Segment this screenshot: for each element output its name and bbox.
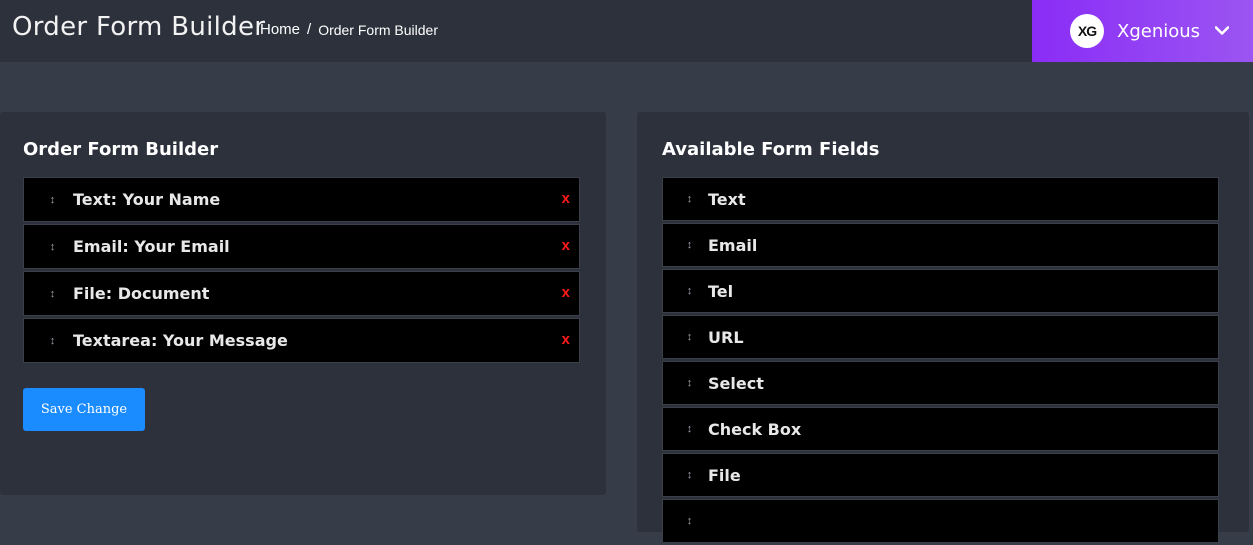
remove-field-button[interactable]: x <box>562 284 570 301</box>
user-menu[interactable]: XG Xgenious <box>1032 0 1253 62</box>
builder-field-label: Email: Your Email <box>73 237 230 256</box>
available-field-label: Tel <box>708 281 734 301</box>
builder-field-item[interactable]: ↕ Textarea: Your Message x <box>23 318 580 363</box>
top-bar: Order Form Builder Home / Order Form Bui… <box>0 0 1253 62</box>
drag-handle-icon[interactable]: ↕ <box>663 423 708 435</box>
drag-handle-icon[interactable]: ↕ <box>24 335 73 347</box>
drag-handle-icon[interactable]: ↕ <box>663 515 708 527</box>
available-field-item[interactable]: ↕ File <box>662 453 1219 497</box>
remove-field-button[interactable]: x <box>562 331 570 348</box>
user-name[interactable]: Xgenious <box>1117 21 1200 42</box>
drag-handle-icon[interactable]: ↕ <box>24 288 73 300</box>
available-field-label: Email <box>708 235 758 255</box>
save-change-button[interactable]: Save Change <box>23 388 145 431</box>
available-field-item[interactable]: ↕ Check Box <box>662 407 1219 451</box>
available-field-item[interactable]: ↕ Text <box>662 177 1219 221</box>
breadcrumb: Home / Order Form Builder <box>260 21 438 38</box>
chevron-down-icon[interactable] <box>1214 23 1230 39</box>
drag-handle-icon[interactable]: ↕ <box>24 194 73 206</box>
builder-field-item[interactable]: ↕ Text: Your Name x <box>23 177 580 222</box>
builder-card: Order Form Builder ↕ Text: Your Name x ↕… <box>0 112 606 495</box>
breadcrumb-current: Order Form Builder <box>318 21 438 38</box>
builder-field-label: File: Document <box>73 284 210 303</box>
drag-handle-icon[interactable]: ↕ <box>663 331 708 343</box>
available-field-label: Select <box>708 373 764 393</box>
page-title: Order Form Builder <box>12 12 266 42</box>
available-field-label: Check Box <box>708 419 802 439</box>
breadcrumb-home-link[interactable]: Home <box>260 21 300 38</box>
remove-field-button[interactable]: x <box>562 190 570 207</box>
available-fields-title: Available Form Fields <box>662 139 880 160</box>
available-field-label: File <box>708 465 741 485</box>
available-field-list: ↕ Text ↕ Email ↕ Tel ↕ URL ↕ Select ↕ Ch… <box>662 177 1219 545</box>
drag-handle-icon[interactable]: ↕ <box>24 241 73 253</box>
builder-field-item[interactable]: ↕ Email: Your Email x <box>23 224 580 269</box>
builder-card-title: Order Form Builder <box>23 139 219 160</box>
available-field-item[interactable]: ↕ Email <box>662 223 1219 267</box>
builder-field-label: Text: Your Name <box>73 190 221 209</box>
available-field-item[interactable]: ↕ URL <box>662 315 1219 359</box>
builder-field-item[interactable]: ↕ File: Document x <box>23 271 580 316</box>
builder-field-label: Textarea: Your Message <box>73 331 288 350</box>
drag-handle-icon[interactable]: ↕ <box>663 377 708 389</box>
avatar: XG <box>1070 14 1104 48</box>
available-field-item[interactable]: ↕ Tel <box>662 269 1219 313</box>
available-field-item[interactable]: ↕ Select <box>662 361 1219 405</box>
available-field-label: Text <box>708 189 746 209</box>
drag-handle-icon[interactable]: ↕ <box>663 285 708 297</box>
available-field-label: URL <box>708 327 744 347</box>
drag-handle-icon[interactable]: ↕ <box>663 239 708 251</box>
drag-handle-icon[interactable]: ↕ <box>663 469 708 481</box>
available-fields-card: Available Form Fields ↕ Text ↕ Email ↕ T… <box>637 112 1249 543</box>
remove-field-button[interactable]: x <box>562 237 570 254</box>
drag-handle-icon[interactable]: ↕ <box>663 193 708 205</box>
builder-field-list: ↕ Text: Your Name x ↕ Email: Your Email … <box>23 177 580 365</box>
breadcrumb-separator: / <box>307 21 312 38</box>
available-field-item[interactable]: ↕ <box>662 499 1219 543</box>
